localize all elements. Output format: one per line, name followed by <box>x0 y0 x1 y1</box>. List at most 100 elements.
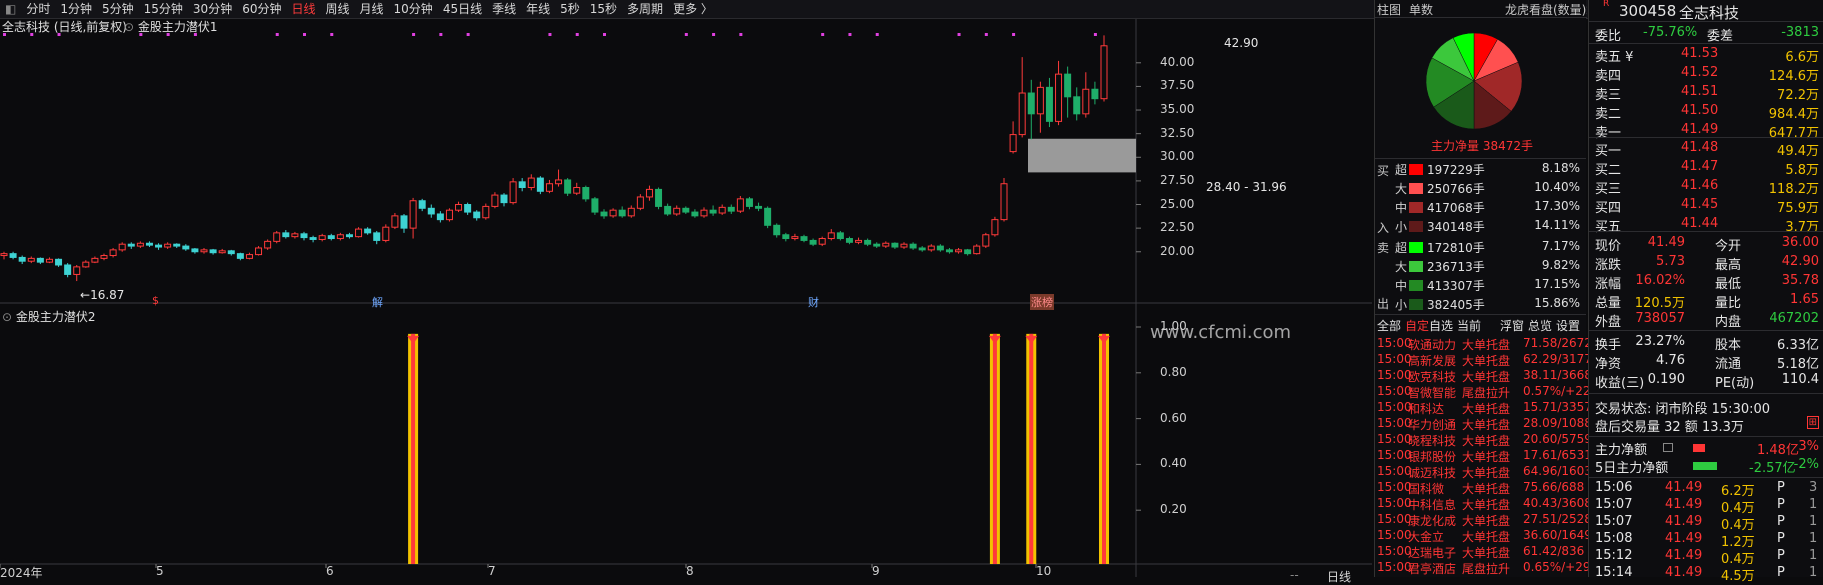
asks-row[interactable]: 卖四 41.52 124.6万 <box>1589 65 1823 84</box>
bids-row[interactable]: 买四 41.45 75.9万 <box>1589 197 1823 216</box>
candle <box>1091 88 1099 100</box>
tick-cell: 1 <box>1809 548 1818 563</box>
candle <box>918 247 926 251</box>
candle <box>1009 134 1017 153</box>
candle <box>864 239 872 245</box>
period-tab-15[interactable]: 多周期 <box>622 0 668 19</box>
period-tab-7[interactable]: 周线 <box>321 0 355 19</box>
candle <box>227 250 235 255</box>
price-axis-label: 37.50 <box>1160 78 1195 93</box>
candle <box>691 211 699 217</box>
list-tab-6[interactable]: 设置 <box>1556 317 1580 334</box>
list-tab-5[interactable]: 总览 <box>1528 317 1552 334</box>
list-cell: 大单托盘 <box>1462 354 1511 368</box>
indicator2-label[interactable]: ⊙ 金股主力潜伏2 <box>2 308 96 325</box>
tick-row: 15:12 41.49 0.4万 P 1 <box>1589 548 1823 567</box>
flow-swatch <box>1409 299 1423 310</box>
period-tab-10[interactable]: 45日线 <box>438 0 487 19</box>
list-tab-0[interactable]: 全部 <box>1377 317 1401 334</box>
period-tab-4[interactable]: 30分钟 <box>188 0 237 19</box>
candle <box>927 245 935 251</box>
capital-flow-panel: 柱图 单数 龙虎看盘(数量) 主力净量 38472手 超 197229手 8.18%… <box>1374 0 1600 578</box>
after-hours-icon[interactable]: ⊞ <box>1806 416 1819 429</box>
candle <box>745 198 753 207</box>
trade-status: 交易状态: 闭市阶段 15:30:00 <box>1595 402 1771 417</box>
period-tab-3[interactable]: 15分钟 <box>139 0 188 19</box>
tick-cell: 15:14 <box>1595 565 1633 580</box>
asks-row[interactable]: 卖五 ¥ 41.53 6.6万 <box>1589 46 1823 65</box>
candle <box>336 234 344 240</box>
toolbar-menu-icon[interactable]: ◧ <box>0 0 21 19</box>
candle <box>509 181 517 204</box>
event-mark-1[interactable]: 解 <box>372 294 383 310</box>
period-tab-2[interactable]: 5分钟 <box>97 0 139 19</box>
candle <box>527 177 535 189</box>
period-tab-8[interactable]: 月线 <box>355 0 389 19</box>
list-tab-3[interactable]: 当前 <box>1457 317 1481 334</box>
period-tab-16[interactable]: 更多 〉 <box>668 0 718 19</box>
period-tab-12[interactable]: 年线 <box>521 0 555 19</box>
asks-row[interactable]: 卖三 41.51 72.2万 <box>1589 84 1823 103</box>
signal-dot <box>1093 33 1097 36</box>
signal-dot <box>439 33 443 36</box>
flow-class: 中 <box>1395 201 1408 215</box>
tick-cell: 41.49 <box>1665 480 1703 495</box>
period-tab-13[interactable]: 5秒 <box>555 0 585 19</box>
event-mark-2[interactable]: 财 <box>808 294 819 310</box>
period-tab-5[interactable]: 60分钟 <box>237 0 286 19</box>
period-tab-11[interactable]: 季线 <box>487 0 521 19</box>
tab-bar-chart[interactable]: 柱图 <box>1377 1 1401 18</box>
ind-axis-label: 0.20 <box>1160 502 1187 517</box>
list-cell: 大单托盘 <box>1462 338 1511 352</box>
tick-cell: 41.49 <box>1665 548 1703 563</box>
candle <box>427 207 435 215</box>
asks-level: 卖四 <box>1595 69 1622 84</box>
list-cell: 15.71/3357 <box>1523 400 1592 414</box>
flow-volume: 236713手 <box>1427 260 1485 274</box>
bids-row[interactable]: 买一 41.48 49.4万 <box>1589 140 1823 159</box>
stock-code: 300458 <box>1619 2 1677 20</box>
flow-volume: 382405手 <box>1427 298 1485 312</box>
bids-row[interactable]: 买三 41.46 118.2万 <box>1589 178 1823 197</box>
list-tab-2[interactable]: 自选 <box>1429 317 1453 334</box>
candle <box>255 247 263 256</box>
period-tab-1[interactable]: 1分钟 <box>55 0 97 19</box>
list-cell: 大单托盘 <box>1462 530 1511 544</box>
indicator1-label[interactable]: ⊙ 金股主力潜伏1 <box>124 18 218 35</box>
period-tab-14[interactable]: 15秒 <box>585 0 622 19</box>
candle <box>309 237 317 240</box>
list-tab-1[interactable]: 自定 <box>1405 317 1429 334</box>
fund-value: 0.190 <box>1647 372 1685 387</box>
info-icon[interactable] <box>1663 443 1673 452</box>
candle <box>582 187 590 200</box>
tick-row: 15:06 41.49 6.2万 P 3 <box>1589 480 1823 499</box>
period-tab-0[interactable]: 分时 <box>21 0 55 19</box>
ind-axis-label: 0.60 <box>1160 410 1187 425</box>
candle <box>945 249 953 253</box>
fund-value: 4.76 <box>1656 353 1685 368</box>
list-cell: 75.66/688 <box>1523 480 1585 494</box>
candle <box>564 179 572 194</box>
flow-percent: 8.18% <box>1541 161 1580 175</box>
flow-percent: 15.86% <box>1534 296 1580 310</box>
asks-row[interactable]: 卖二 41.50 984.4万 <box>1589 103 1823 122</box>
list-cell: 达瑞电子 <box>1408 546 1457 560</box>
candle <box>891 242 899 248</box>
tab-order-count[interactable]: 单数 <box>1409 1 1433 18</box>
candle <box>291 233 299 238</box>
flow-percent: 9.82% <box>1541 258 1580 272</box>
event-mark-3[interactable]: 涨榜 <box>1030 294 1054 310</box>
date-label: 8 <box>686 564 694 578</box>
kline-chart-area[interactable]: 全志科技 (日线,前复权) ⊙ 金股主力潜伏1 ⊙ 金股主力潜伏2 42.90 … <box>0 18 1372 584</box>
list-item[interactable]: 15:00 君亭酒店 尾盘拉升 0.65%/+295 <box>1375 560 1598 578</box>
list-cell: 15:00 <box>1377 512 1412 526</box>
period-tab-6[interactable]: 日线 <box>286 0 320 19</box>
period-tab-9[interactable]: 10分钟 <box>389 0 438 19</box>
flow-volume: 172810手 <box>1427 241 1485 255</box>
candle <box>855 239 863 243</box>
price-axis-label: 30.00 <box>1160 149 1195 164</box>
list-tab-4[interactable]: 浮窗 <box>1500 317 1524 334</box>
bids-row[interactable]: 买二 41.47 5.8万 <box>1589 159 1823 178</box>
candle <box>909 243 917 249</box>
event-mark-0[interactable]: $ <box>152 294 159 307</box>
